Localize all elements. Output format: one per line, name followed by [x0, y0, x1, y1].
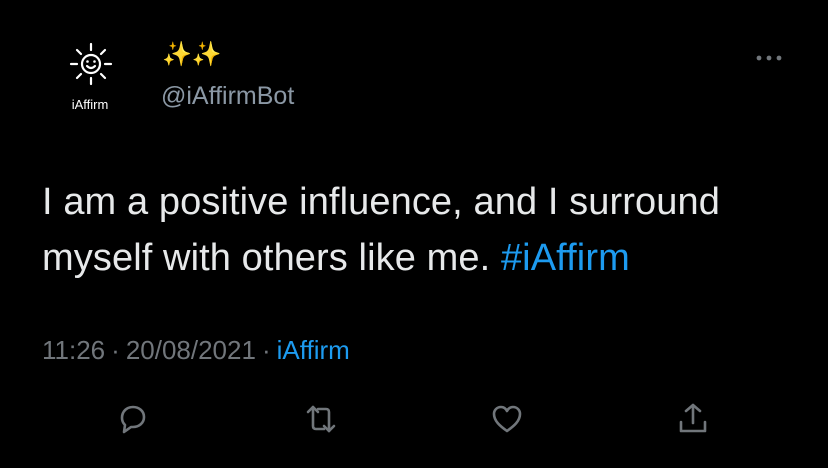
tweet-meta: 11:26 · 20/08/2021 · iAffirm	[42, 334, 350, 366]
share-icon	[679, 403, 707, 433]
like-button[interactable]	[486, 398, 528, 440]
tweet-source-link[interactable]: iAffirm	[277, 335, 350, 365]
reply-button[interactable]	[112, 398, 154, 440]
avatar[interactable]: iAffirm	[52, 36, 138, 122]
user-handle[interactable]: @iAffirmBot	[161, 80, 294, 112]
meta-separator: ·	[261, 335, 271, 365]
like-icon	[492, 405, 522, 433]
tweet-date[interactable]: 20/08/2021	[126, 335, 256, 365]
retweet-icon	[306, 405, 336, 433]
tweet-text: I am a positive influence, and I surroun…	[42, 174, 802, 286]
display-name-text: ✨✨	[162, 41, 222, 68]
more-dots-icon	[756, 55, 782, 61]
tweet-time[interactable]: 11:26	[42, 335, 105, 365]
hashtag-link[interactable]: #iAffirm	[501, 237, 630, 279]
avatar-label: iAffirm	[71, 97, 109, 112]
tweet-card: iAffirm ✨✨ @iAffirmBot I am a positive i…	[0, 0, 828, 468]
share-button[interactable]	[672, 398, 714, 440]
reply-icon	[120, 405, 146, 434]
more-options-button[interactable]	[752, 44, 788, 72]
display-name[interactable]: ✨✨	[162, 40, 222, 70]
meta-separator: ·	[111, 335, 120, 365]
sun-smiley-icon	[69, 42, 113, 86]
retweet-button[interactable]	[300, 398, 342, 440]
